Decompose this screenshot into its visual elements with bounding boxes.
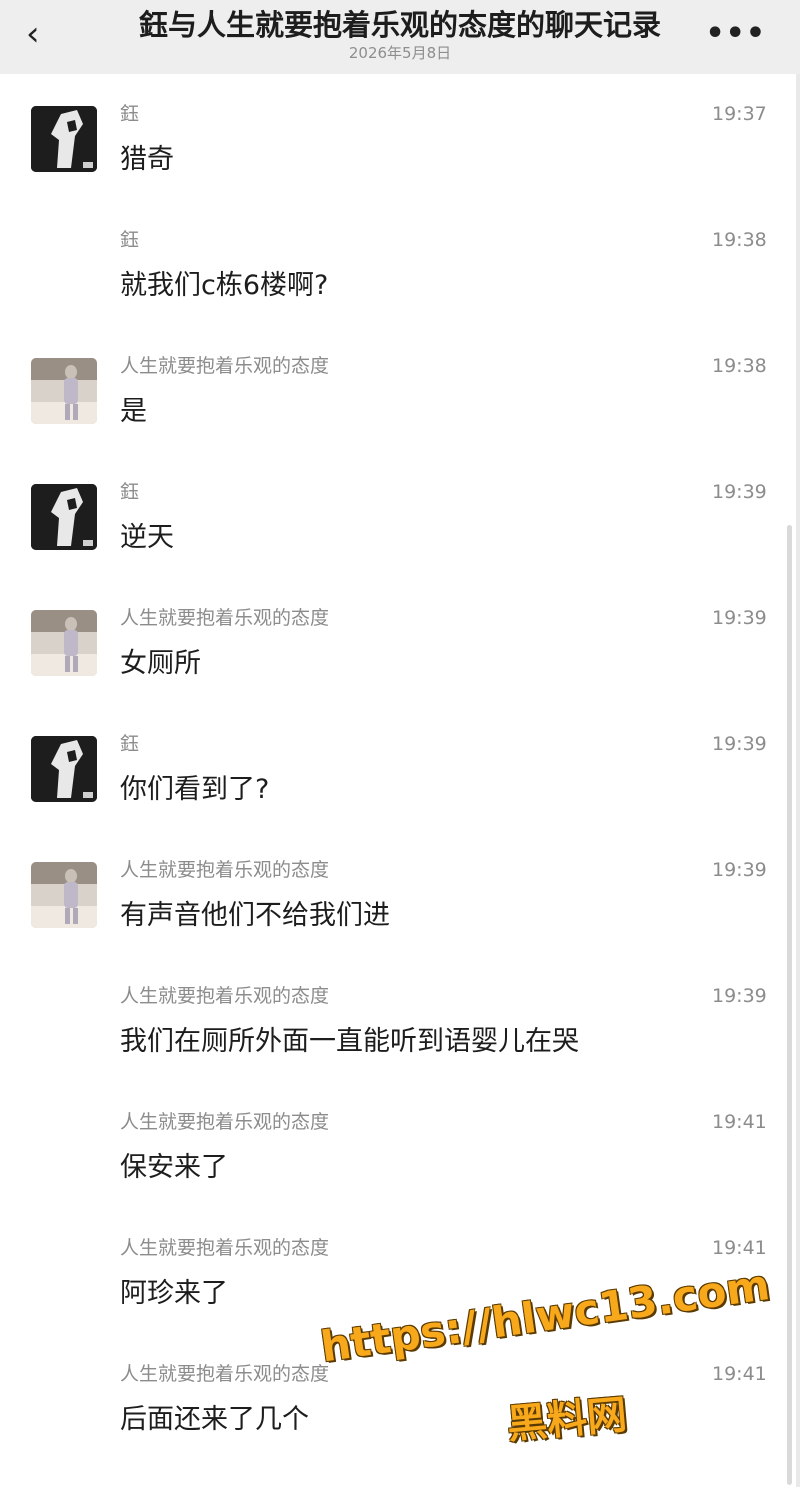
- message-text: 是: [120, 396, 147, 427]
- more-dots-icon: •••: [705, 16, 766, 51]
- sender-name: 人生就要抱着乐观的态度: [120, 607, 330, 629]
- message-time: 19:41: [712, 1111, 767, 1133]
- message-item[interactable]: 鈺 19:38 就我们c栋6楼啊?: [0, 229, 790, 358]
- sender-name: 鈺: [120, 103, 140, 125]
- chat-record-header: ‹ 鈺与人生就要抱着乐观的态度的聊天记录 2026年5月8日 •••: [0, 0, 800, 74]
- message-text: 就我们c栋6楼啊?: [120, 270, 329, 301]
- message-text: 后面还来了几个: [120, 1404, 309, 1435]
- page-title: 鈺与人生就要抱着乐观的态度的聊天记录: [138, 8, 661, 42]
- message-text: 逆天: [120, 522, 174, 553]
- chevron-left-icon: ‹: [26, 14, 40, 54]
- message-item[interactable]: 人生就要抱着乐观的态度 19:39 女厕所: [0, 607, 790, 736]
- message-time: 19:41: [712, 1363, 767, 1385]
- message-time: 19:39: [712, 733, 767, 755]
- sender-name: 人生就要抱着乐观的态度: [120, 1237, 330, 1259]
- message-time: 19:39: [712, 481, 767, 503]
- message-time: 19:39: [712, 985, 767, 1007]
- sender-name: 人生就要抱着乐观的态度: [120, 355, 330, 377]
- watermark-label: 黑料网: [505, 1391, 629, 1449]
- more-button[interactable]: •••: [705, 19, 766, 49]
- avatar[interactable]: [31, 862, 97, 928]
- sender-name: 人生就要抱着乐观的态度: [120, 1111, 330, 1133]
- message-text: 你们看到了?: [120, 774, 270, 805]
- message-text: 女厕所: [120, 648, 201, 679]
- message-text: 保安来了: [120, 1152, 228, 1183]
- sender-name: 鈺: [120, 481, 140, 503]
- message-item[interactable]: 人生就要抱着乐观的态度 19:39 我们在厕所外面一直能听到语婴儿在哭: [0, 985, 790, 1114]
- message-time: 19:38: [712, 355, 767, 377]
- message-time: 19:41: [712, 1237, 767, 1259]
- avatar[interactable]: [31, 358, 97, 424]
- back-button[interactable]: ‹: [26, 16, 56, 52]
- record-date: 2026年5月8日: [348, 44, 452, 62]
- message-item[interactable]: 鈺 19:39 逆天: [0, 481, 790, 610]
- message-item[interactable]: 人生就要抱着乐观的态度 19:41 保安来了: [0, 1111, 790, 1240]
- message-text: 阿珍来了: [120, 1278, 228, 1309]
- message-item[interactable]: 人生就要抱着乐观的态度 19:39 有声音他们不给我们进: [0, 859, 790, 988]
- sender-name: 人生就要抱着乐观的态度: [120, 859, 330, 881]
- avatar[interactable]: [31, 106, 97, 172]
- message-time: 19:39: [712, 607, 767, 629]
- message-item[interactable]: 人生就要抱着乐观的态度 19:38 是: [0, 355, 790, 484]
- message-item[interactable]: 人生就要抱着乐观的态度 19:41 后面还来了几个: [0, 1363, 790, 1487]
- avatar[interactable]: [31, 736, 97, 802]
- message-text: 有声音他们不给我们进: [120, 900, 390, 931]
- message-item[interactable]: 鈺 19:37 猎奇: [0, 103, 790, 232]
- screen-edge: [796, 74, 800, 1487]
- sender-name: 鈺: [120, 229, 140, 251]
- message-time: 19:39: [712, 859, 767, 881]
- sender-name: 人生就要抱着乐观的态度: [120, 1363, 330, 1385]
- message-item[interactable]: 鈺 19:39 你们看到了?: [0, 733, 790, 862]
- sender-name: 鈺: [120, 733, 140, 755]
- message-text: 我们在厕所外面一直能听到语婴儿在哭: [120, 1026, 579, 1057]
- avatar[interactable]: [31, 484, 97, 550]
- avatar[interactable]: [31, 610, 97, 676]
- message-text: 猎奇: [120, 144, 174, 175]
- message-time: 19:38: [712, 229, 767, 251]
- sender-name: 人生就要抱着乐观的态度: [120, 985, 330, 1007]
- message-time: 19:37: [712, 103, 767, 125]
